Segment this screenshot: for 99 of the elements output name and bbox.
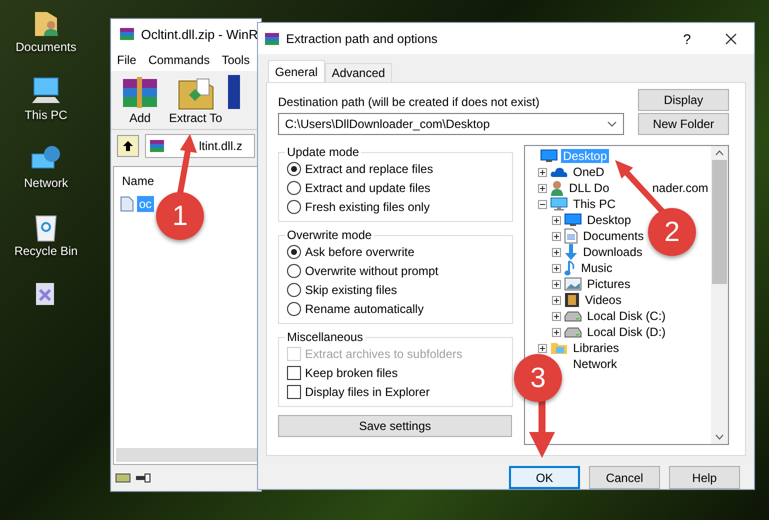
drive-icon — [115, 472, 131, 484]
tab[interactable]: Advanced — [324, 63, 392, 82]
monitor-icon — [564, 213, 582, 227]
books-icon — [149, 138, 165, 154]
user-icon — [550, 180, 564, 196]
tree-item[interactable]: Desktop — [585, 213, 634, 227]
expand-icon[interactable] — [552, 280, 561, 288]
radio-button[interactable] — [287, 302, 301, 316]
option-label[interactable]: Keep broken files — [305, 366, 398, 380]
tab[interactable]: General — [268, 60, 325, 82]
drive-icon — [564, 326, 582, 338]
option-label[interactable]: Rename automatically — [305, 302, 424, 316]
tree-item[interactable]: Documents — [581, 229, 646, 243]
chevron-up-icon — [715, 150, 724, 156]
expand-icon[interactable] — [552, 216, 561, 224]
checkbox[interactable] — [287, 366, 301, 380]
tree-item[interactable]: Pictures — [585, 277, 632, 291]
tree-item-text[interactable]: nader.com — [652, 181, 708, 195]
radio-button[interactable] — [287, 264, 301, 278]
side-button[interactable]: Display — [638, 89, 729, 111]
option-label[interactable]: Skip existing files — [305, 283, 398, 297]
radio-button[interactable] — [287, 200, 301, 214]
checkbox[interactable] — [287, 385, 301, 399]
tree-item[interactable]: Libraries — [571, 341, 622, 355]
expand-icon[interactable] — [552, 312, 561, 320]
expand-icon[interactable] — [552, 248, 561, 256]
chevron-down-icon — [607, 121, 617, 127]
radio-button[interactable] — [287, 162, 301, 176]
window-title: Ocltint.dll.zip - WinR — [141, 26, 258, 42]
desktop-icon-label[interactable]: Network — [24, 176, 68, 190]
radio-button[interactable] — [287, 181, 301, 195]
field-label: Destination path (will be created if does not exist) — [278, 95, 540, 109]
music-note-icon — [564, 260, 576, 276]
expand-icon[interactable] — [552, 232, 561, 240]
chevron-down-icon — [715, 434, 724, 440]
dialog-button[interactable]: Cancel — [589, 466, 660, 489]
tree-item[interactable]: Local Disk (C:) — [585, 309, 668, 323]
desktop-icon-label[interactable]: Recycle Bin — [14, 244, 78, 258]
folder-icon — [550, 341, 568, 355]
tree-item[interactable]: DLL Do — [567, 181, 612, 195]
save-settings-button[interactable]: Save settings — [278, 415, 512, 437]
expand-icon[interactable] — [552, 328, 561, 336]
address-field[interactable]: ltint.dll.z — [145, 134, 255, 158]
toolbar-button[interactable]: Extract To — [167, 75, 224, 125]
vertical-scrollbar[interactable] — [711, 146, 728, 444]
tree-item[interactable]: Videos — [583, 293, 624, 307]
file-icon — [120, 196, 134, 212]
tree-item[interactable]: Music — [579, 261, 614, 275]
option-label[interactable]: Fresh existing files only — [305, 200, 430, 214]
down-arrow-icon — [564, 244, 578, 260]
computer-icon[interactable] — [30, 76, 62, 106]
menu-item[interactable]: Commands — [148, 53, 210, 67]
horizontal-scrollbar[interactable] — [116, 448, 258, 462]
expand-icon[interactable] — [538, 168, 547, 176]
option-label[interactable]: Extract and update files — [305, 181, 430, 195]
option-label[interactable]: Overwrite without prompt — [305, 264, 438, 278]
desktop-icon-label[interactable]: This PC — [24, 108, 68, 122]
document-icon — [564, 228, 578, 244]
tree-item[interactable]: OneD — [571, 165, 606, 179]
cloud-icon — [550, 166, 568, 178]
film-icon — [564, 292, 580, 308]
collapse-icon[interactable] — [538, 200, 547, 208]
tree-item[interactable]: Downloads — [581, 245, 644, 259]
destination-path-field[interactable]: C:\Users\DllDownloader_com\Desktop — [278, 113, 624, 135]
tree-item[interactable]: Local Disk (D:) — [585, 325, 668, 339]
up-folder-button[interactable] — [117, 135, 139, 157]
dialog-button[interactable]: Help — [669, 466, 740, 489]
desktop-icon-label[interactable]: Documents — [16, 40, 76, 54]
group-title: Miscellaneous — [286, 330, 364, 344]
tree-item[interactable]: Network — [571, 357, 620, 371]
drive-icon — [564, 310, 582, 322]
side-button[interactable]: New Folder — [638, 113, 729, 135]
option-label[interactable]: Display files in Explorer — [305, 385, 430, 399]
radio-button[interactable] — [287, 245, 301, 259]
expand-icon[interactable] — [538, 344, 547, 352]
option-label[interactable]: Ask before overwrite — [305, 245, 414, 259]
help-button[interactable]: ? — [672, 30, 702, 48]
books-icon — [264, 30, 280, 46]
option-label[interactable]: Extract and replace files — [305, 162, 434, 176]
up-arrow-icon — [122, 140, 134, 152]
dialog-button[interactable]: OK — [509, 466, 580, 489]
dialog-title: Extraction path and options — [286, 32, 438, 46]
menu-item[interactable]: Tools — [222, 53, 250, 67]
books-icon — [119, 26, 135, 42]
group-title: Overwrite mode — [286, 228, 373, 242]
expand-icon[interactable] — [538, 184, 547, 192]
close-icon — [725, 32, 737, 44]
group-title: Update mode — [286, 145, 360, 159]
menu-item[interactable]: File — [117, 53, 136, 67]
radio-button[interactable] — [287, 283, 301, 297]
expand-icon[interactable] — [552, 296, 561, 304]
key-icon — [135, 473, 151, 483]
tree-item[interactable]: This PC — [571, 197, 618, 211]
monitor-icon — [540, 149, 558, 163]
column-header[interactable]: Name — [122, 174, 154, 188]
expand-icon[interactable] — [552, 264, 561, 272]
toolbar-button[interactable]: Add — [117, 75, 163, 125]
picture-icon — [564, 277, 582, 291]
computer-icon — [550, 197, 568, 211]
